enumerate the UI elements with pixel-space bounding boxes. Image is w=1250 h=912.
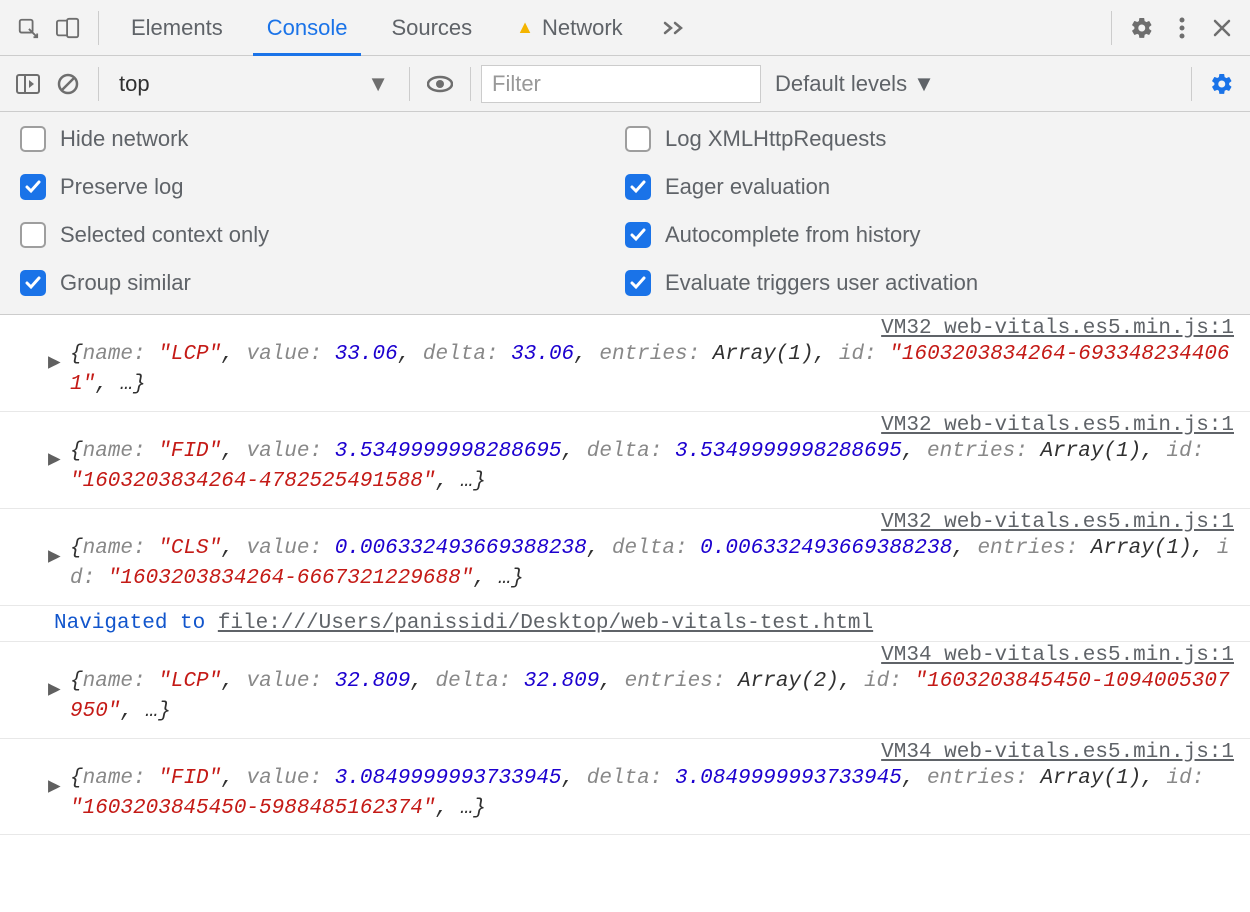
checkbox-autocomplete-history[interactable]: Autocomplete from history <box>625 222 1230 248</box>
checkbox-icon <box>625 270 651 296</box>
log-source-link[interactable]: VM32 web-vitals.es5.min.js:1 <box>70 511 1238 534</box>
device-toolbar-icon[interactable] <box>48 8 88 48</box>
checkbox-label: Log XMLHttpRequests <box>665 126 886 152</box>
checkbox-icon <box>20 222 46 248</box>
divider <box>409 67 410 101</box>
checkbox-icon <box>20 126 46 152</box>
filter-input[interactable] <box>481 65 761 103</box>
clear-console-icon[interactable] <box>48 64 88 104</box>
expand-icon[interactable]: ▶ <box>48 773 61 799</box>
checkbox-eager-eval[interactable]: Eager evaluation <box>625 174 1230 200</box>
checkbox-label: Group similar <box>60 270 191 296</box>
checkbox-selected-context[interactable]: Selected context only <box>20 222 625 248</box>
warning-icon: ▲ <box>516 17 534 38</box>
kebab-menu-icon[interactable] <box>1162 8 1202 48</box>
console-log-entry[interactable]: VM32 web-vitals.es5.min.js:1 ▶ {name: "CLS… <box>0 509 1250 606</box>
console-log-entry[interactable]: VM32 web-vitals.es5.min.js:1 ▶ {name: "LCP… <box>0 315 1250 412</box>
devtools-main-toolbar: Elements Console Sources ▲ Network <box>0 0 1250 56</box>
checkbox-label: Autocomplete from history <box>665 222 921 248</box>
checkbox-label: Preserve log <box>60 174 184 200</box>
expand-icon[interactable]: ▶ <box>48 349 61 375</box>
log-object: {name: "LCP", value: 33.06, delta: 33.06… <box>70 340 1238 401</box>
console-messages: VM32 web-vitals.es5.min.js:1 ▶ {name: "LCP… <box>0 315 1250 835</box>
divider <box>470 67 471 101</box>
checkbox-icon <box>625 222 651 248</box>
checkbox-preserve-log[interactable]: Preserve log <box>20 174 625 200</box>
toolbar-right <box>1101 8 1242 48</box>
expand-icon[interactable]: ▶ <box>48 446 61 472</box>
context-selector[interactable]: top ▼ <box>109 64 399 104</box>
panel-tabs: Elements Console Sources ▲ Network <box>109 1 701 55</box>
checkbox-icon <box>20 174 46 200</box>
log-source-link[interactable]: VM32 web-vitals.es5.min.js:1 <box>70 414 1238 437</box>
more-tabs-button[interactable] <box>645 6 701 50</box>
chevron-down-icon: ▼ <box>913 71 935 97</box>
navigation-message: Navigated to file:///Users/panissidi/Des… <box>0 606 1250 642</box>
log-source-link[interactable]: VM32 web-vitals.es5.min.js:1 <box>70 317 1238 340</box>
close-icon[interactable] <box>1202 8 1242 48</box>
nav-url-link[interactable]: file:///Users/panissidi/Desktop/web-vita… <box>218 612 873 635</box>
chevron-down-icon: ▼ <box>367 71 389 97</box>
tab-elements[interactable]: Elements <box>109 1 245 55</box>
checkbox-icon <box>20 270 46 296</box>
nav-label: Navigated to <box>54 612 218 635</box>
checkbox-label: Hide network <box>60 126 188 152</box>
levels-label: Default levels <box>775 71 907 97</box>
checkbox-icon <box>625 126 651 152</box>
tab-console[interactable]: Console <box>245 1 370 55</box>
console-log-entry[interactable]: VM34 web-vitals.es5.min.js:1 ▶ {name: "FID… <box>0 739 1250 836</box>
checkbox-group-similar[interactable]: Group similar <box>20 270 625 296</box>
log-source-link[interactable]: VM34 web-vitals.es5.min.js:1 <box>70 741 1238 764</box>
divider <box>98 11 99 45</box>
expand-icon[interactable]: ▶ <box>48 543 61 569</box>
tab-network[interactable]: ▲ Network <box>494 1 645 55</box>
log-object: {name: "LCP", value: 32.809, delta: 32.8… <box>70 667 1238 728</box>
tab-network-label: Network <box>542 15 623 41</box>
live-expression-icon[interactable] <box>420 64 460 104</box>
log-object: {name: "FID", value: 3.0849999993733945,… <box>70 764 1238 825</box>
checkbox-hide-network[interactable]: Hide network <box>20 126 625 152</box>
checkbox-label: Evaluate triggers user activation <box>665 270 978 296</box>
console-settings-panel: Hide network Log XMLHttpRequests Preserv… <box>0 112 1250 315</box>
sidebar-toggle-icon[interactable] <box>8 64 48 104</box>
divider <box>1191 67 1192 101</box>
expand-icon[interactable]: ▶ <box>48 676 61 702</box>
divider <box>98 67 99 101</box>
divider <box>1111 11 1112 45</box>
checkbox-label: Selected context only <box>60 222 269 248</box>
context-value: top <box>119 71 150 97</box>
log-object: {name: "CLS", value: 0.00633249366938823… <box>70 534 1238 595</box>
checkbox-icon <box>625 174 651 200</box>
checkbox-evaluate-triggers[interactable]: Evaluate triggers user activation <box>625 270 1230 296</box>
tab-sources[interactable]: Sources <box>369 1 494 55</box>
inspect-element-icon[interactable] <box>8 8 48 48</box>
log-levels-selector[interactable]: Default levels ▼ <box>761 71 949 97</box>
settings-gear-icon[interactable] <box>1122 8 1162 48</box>
checkbox-label: Eager evaluation <box>665 174 830 200</box>
log-object: {name: "FID", value: 3.5349999998288695,… <box>70 437 1238 498</box>
console-log-entry[interactable]: VM32 web-vitals.es5.min.js:1 ▶ {name: "FID… <box>0 412 1250 509</box>
console-filter-bar: top ▼ Default levels ▼ <box>0 56 1250 112</box>
console-settings-icon[interactable] <box>1202 64 1242 104</box>
log-source-link[interactable]: VM34 web-vitals.es5.min.js:1 <box>70 644 1238 667</box>
console-log-entry[interactable]: VM34 web-vitals.es5.min.js:1 ▶ {name: "LCP… <box>0 642 1250 739</box>
checkbox-log-xhr[interactable]: Log XMLHttpRequests <box>625 126 1230 152</box>
